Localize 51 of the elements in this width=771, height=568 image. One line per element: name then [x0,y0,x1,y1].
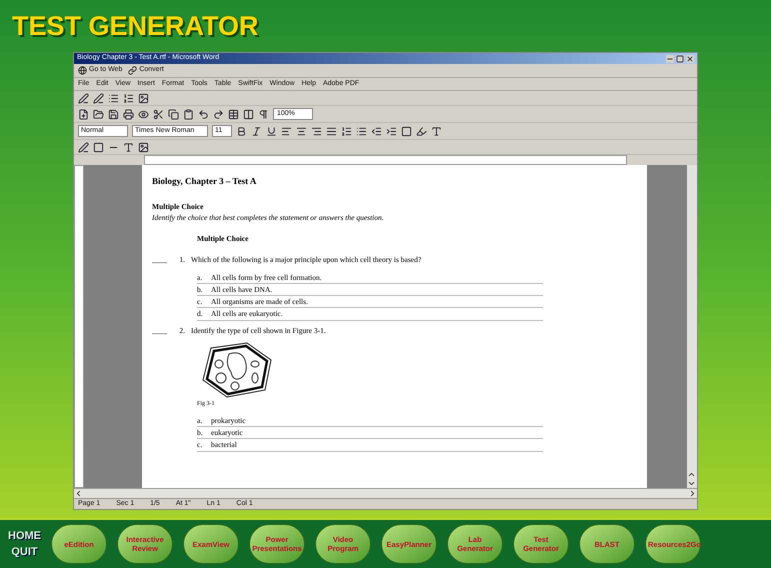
redo-icon[interactable] [213,108,224,120]
outdent-icon[interactable] [371,126,382,136]
pilcrow-icon[interactable] [258,108,269,120]
image-icon[interactable] [138,92,149,104]
scroll-right-icon[interactable] [688,489,697,498]
save-icon[interactable] [108,108,119,120]
align-center-icon[interactable] [296,126,307,136]
image-icon[interactable] [138,142,149,152]
pen-icon[interactable] [78,92,89,104]
printer-icon[interactable] [123,108,134,120]
vertical-scrollbar[interactable] [687,165,697,488]
scroll-down-icon[interactable] [687,479,696,488]
columns-icon[interactable] [243,108,254,120]
minimize-icon[interactable] [666,54,674,62]
list-icon[interactable] [108,92,119,104]
new-document-icon[interactable] [78,108,89,120]
align-left-icon[interactable] [281,126,292,136]
pen-icon[interactable] [93,92,104,104]
italic-icon[interactable] [251,126,262,136]
numbered-list-icon[interactable] [341,126,352,136]
scissors-icon[interactable] [153,108,164,120]
bold-icon[interactable] [236,126,247,136]
rectangle-icon[interactable] [93,142,104,152]
border-icon[interactable] [401,126,412,136]
undo-icon[interactable] [198,108,209,120]
link-icon [128,66,138,75]
justify-icon[interactable] [326,126,337,136]
scroll-left-icon[interactable] [74,489,83,498]
indent-icon[interactable] [386,126,397,136]
scroll-up-icon[interactable] [687,470,696,479]
close-icon[interactable] [686,54,694,62]
clipboard-icon[interactable] [183,108,194,120]
table-icon[interactable] [228,108,239,120]
globe-icon [78,66,87,75]
folder-icon[interactable] [93,108,104,120]
app-title: TEST GENERATOR [12,11,259,41]
numbered-list-icon[interactable] [123,92,134,104]
font-color-icon[interactable] [431,126,442,136]
underline-icon[interactable] [266,126,277,136]
nav-link[interactable]: HOME [8,528,41,544]
copy-icon[interactable] [168,108,179,120]
text-icon[interactable] [123,142,134,152]
highlighter-icon[interactable] [416,126,427,136]
pen-icon[interactable] [78,142,89,152]
align-right-icon[interactable] [311,126,322,136]
bullet-list-icon[interactable] [356,126,367,136]
horizontal-scrollbar[interactable] [74,488,697,498]
document-title: Biology, Chapter 3 – Test A [152,175,258,188]
nav-link[interactable]: QUIT [8,544,41,560]
preview-icon[interactable] [138,108,149,120]
maximize-icon[interactable] [676,54,684,62]
